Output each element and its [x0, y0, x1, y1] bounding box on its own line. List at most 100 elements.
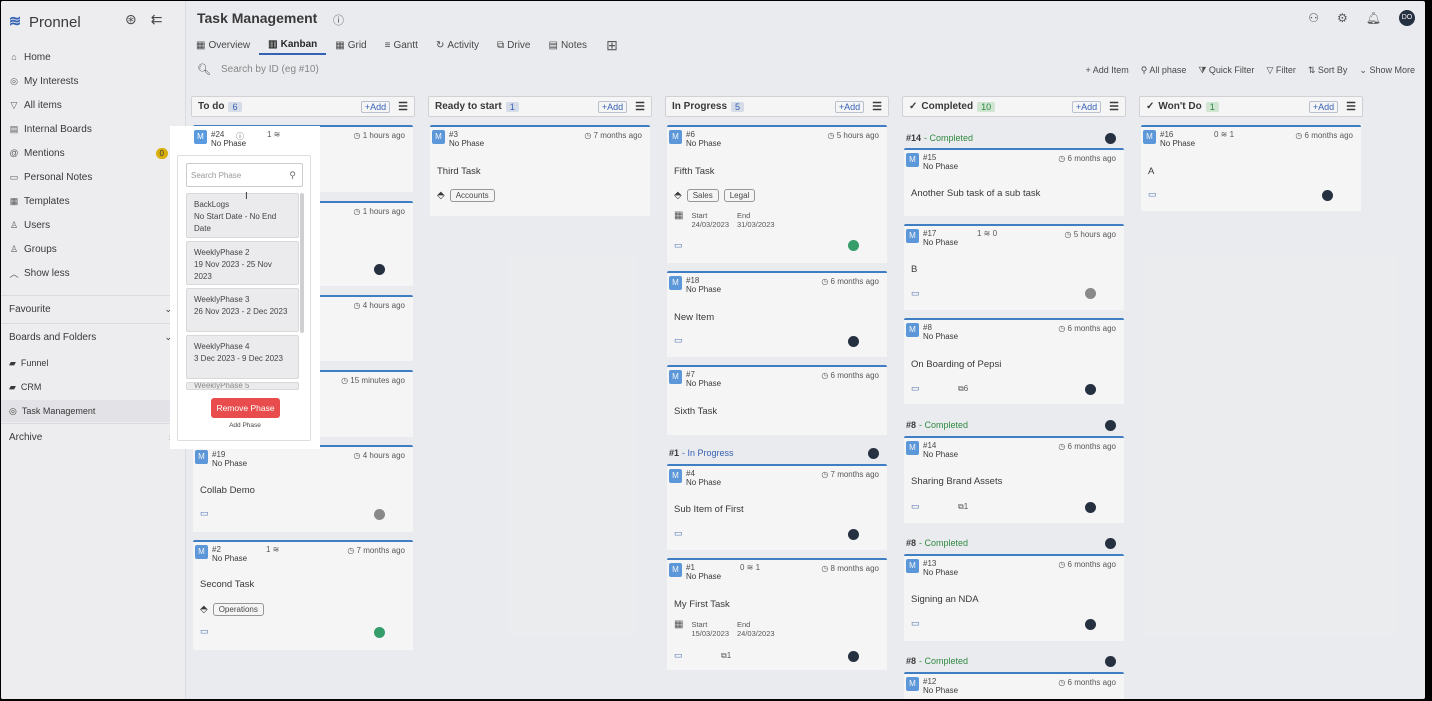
add-card-button[interactable]: +Add	[1071, 100, 1102, 113]
nav-item-home[interactable]: ⌂ Home	[1, 45, 186, 69]
tab-notes[interactable]: ▤ Notes	[539, 35, 596, 55]
comment-icon[interactable]: ▭	[200, 508, 209, 519]
tag[interactable]: Operations	[212, 603, 264, 616]
folder-funnel[interactable]: ▰ Funnel	[9, 352, 48, 374]
quick-filter-button[interactable]: ⧩ Quick Filter	[1198, 65, 1254, 76]
show-more-button[interactable]: ⌄ Show More	[1359, 65, 1415, 76]
comment-icon[interactable]: ▭	[674, 240, 683, 251]
phase-option-partial[interactable]: WeeklyPhase 5	[186, 382, 299, 390]
nav-item-templates[interactable]: ▦ Templates	[1, 189, 186, 213]
menu-icon[interactable]: ☰	[635, 100, 645, 113]
nav-item-show-less[interactable]: ︿ Show less	[1, 261, 186, 285]
card[interactable]: M #14 No Phase ◷ 6 months ago Sharing Bran…	[904, 436, 1124, 523]
comment-icon[interactable]: ▭	[911, 501, 920, 512]
phase-option[interactable]: BackLogs No Start Date - No End Date	[186, 193, 299, 238]
add-phase-link[interactable]: Add Phase	[178, 422, 312, 429]
section-boards-and-folders[interactable]: Boards and Folders ⌄	[1, 323, 186, 350]
tag[interactable]: Legal	[723, 189, 756, 202]
remove-phase-button[interactable]: Remove Phase	[211, 398, 280, 418]
card[interactable]: M #3 No Phase ◷ 7 months ago Third Task ⬘ A…	[430, 125, 650, 216]
menu-icon[interactable]: ☰	[398, 100, 408, 113]
add-card-button[interactable]: +Add	[597, 100, 628, 113]
add-card-button[interactable]: +Add	[1308, 100, 1339, 113]
nav-item-personal-notes[interactable]: ▭ Personal Notes	[1, 165, 186, 189]
assignee-avatar[interactable]	[374, 509, 385, 520]
nav-item-users[interactable]: ♙ Users	[1, 213, 186, 237]
assignee-avatar[interactable]	[1085, 384, 1096, 395]
comment-icon[interactable]: ▭	[911, 383, 920, 394]
add-item-button[interactable]: + Add Item	[1085, 65, 1128, 76]
tab-gantt[interactable]: ≡ Gantt	[376, 35, 427, 55]
search-input[interactable]: Search by ID (eg #10)	[221, 64, 319, 75]
tab-grid[interactable]: ▦ Grid	[326, 35, 375, 55]
card[interactable]: M #16 No Phase 0 ≋ 1 ◷ 6 months ago A ▭	[1141, 125, 1361, 211]
card[interactable]: M #4 No Phase ◷ 7 months ago Sub Item of F…	[667, 464, 887, 550]
bell-icon[interactable]: 🔔︎	[1366, 11, 1381, 25]
sort-by-button[interactable]: ⇅ Sort By	[1308, 65, 1348, 76]
assignee-avatar[interactable]	[1085, 288, 1096, 299]
parent-group-header[interactable]: #8- Completed	[904, 652, 1124, 670]
phase-option[interactable]: WeeklyPhase 43 Dec 2023 - 9 Dec 2023	[186, 335, 299, 379]
nav-item-mentions[interactable]: @ Mentions 0	[1, 141, 186, 165]
tag[interactable]: Sales	[686, 189, 719, 202]
card[interactable]: M #19 No Phase ◷ 4 hours ago Collab Demo ▭	[193, 445, 413, 532]
nav-item-my-interests[interactable]: ◎ My Interests	[1, 69, 186, 93]
card[interactable]: M #2 No Phase 1 ≋ ◷ 7 months ago Second Ta…	[193, 540, 413, 650]
comment-icon[interactable]: ▭	[674, 650, 683, 661]
phase-search-input[interactable]: Search Phase ⚲	[186, 163, 303, 187]
tag[interactable]: Accounts	[449, 189, 495, 202]
tab-drive[interactable]: ⧉ Drive	[488, 35, 539, 55]
assignee-avatar[interactable]	[1085, 619, 1096, 630]
add-card-button[interactable]: +Add	[360, 100, 391, 113]
parent-group-header[interactable]: #8- Completed	[904, 534, 1124, 552]
assignee-avatar[interactable]	[848, 336, 859, 347]
user-avatar[interactable]: DO	[1399, 10, 1415, 26]
scrollbar[interactable]	[300, 193, 304, 333]
menu-icon[interactable]: ☰	[1346, 100, 1356, 113]
comment-icon[interactable]: ▭	[674, 335, 683, 346]
assignee-avatar[interactable]	[374, 264, 385, 275]
filter-button[interactable]: ▽ Filter	[1266, 65, 1295, 76]
comment-icon[interactable]: ▭	[911, 618, 920, 629]
tab-activity[interactable]: ↻ Activity	[427, 35, 488, 55]
collapse-sidebar-icon[interactable]: ⇇	[151, 11, 163, 28]
card[interactable]: M #7 No Phase ◷ 6 months ago Sixth Task	[667, 365, 887, 435]
menu-icon[interactable]: ☰	[1109, 100, 1119, 113]
nav-item-all-items[interactable]: ▽ All items	[1, 93, 186, 117]
comment-icon[interactable]: ▭	[674, 528, 683, 539]
parent-group-header[interactable]: #14- Completed	[904, 129, 1124, 147]
board-task-management[interactable]: ◎ Task Management	[1, 400, 186, 422]
card[interactable]: M #13 No Phase ◷ 6 months ago Signing an N…	[904, 554, 1124, 641]
card[interactable]: M #12 No Phase ◷ 6 months ago	[904, 672, 1124, 699]
parent-group-header[interactable]: #8- Completed	[904, 416, 1124, 434]
comment-icon[interactable]: ▭	[1148, 189, 1157, 200]
card[interactable]: M #18 No Phase ◷ 6 months ago New Item ▭	[667, 271, 887, 357]
assignee-avatar[interactable]	[374, 627, 385, 638]
gear-icon[interactable]: ⚙	[1337, 11, 1348, 25]
card[interactable]: M #1 No Phase 0 ≋ 1 ◷ 8 months ago My Firs…	[667, 558, 887, 670]
card[interactable]: M #15 No Phase ◷ 6 months ago Another Sub …	[904, 148, 1124, 216]
phase-option[interactable]: WeeklyPhase 2 19 Nov 2023 - 25 Nov 2023	[186, 241, 299, 285]
menu-icon[interactable]: ☰	[872, 100, 882, 113]
section-favourite[interactable]: Favourite ⌄	[1, 295, 186, 322]
assignee-avatar[interactable]	[848, 651, 859, 662]
comment-icon[interactable]: ▭	[911, 288, 920, 299]
comment-icon[interactable]: ▭	[200, 626, 209, 637]
card[interactable]: M #6 No Phase ◷ 5 hours ago Fifth Task ⬘ Sa…	[667, 125, 887, 263]
section-archive[interactable]: Archive›	[1, 423, 186, 450]
search-bar[interactable]: 🔍︎ Search by ID (eg #10)	[197, 63, 319, 76]
assignee-avatar[interactable]	[848, 529, 859, 540]
nav-item-groups[interactable]: ♙ Groups	[1, 237, 186, 261]
card[interactable]: M #17 No Phase 1 ≋ 0 ◷ 5 hours ago B ▭	[904, 224, 1124, 310]
add-card-button[interactable]: +Add	[834, 100, 865, 113]
phase-option[interactable]: WeeklyPhase 3 26 Nov 2023 - 2 Dec 2023	[186, 288, 299, 332]
info-icon[interactable]: ⓘ	[333, 12, 344, 28]
people-icon[interactable]: ⚇	[1308, 11, 1319, 25]
brand[interactable]: ≋ Pronnel	[7, 11, 81, 33]
assignee-avatar[interactable]	[1322, 190, 1333, 201]
parent-group-header[interactable]: #1- In Progress	[667, 444, 887, 462]
compass-icon[interactable]: ⊛	[125, 11, 137, 28]
assignee-avatar[interactable]	[848, 240, 859, 251]
card[interactable]: M #8 No Phase ◷ 6 months ago On Boarding o…	[904, 318, 1124, 404]
tab-overview[interactable]: ▦ Overview	[187, 35, 259, 55]
